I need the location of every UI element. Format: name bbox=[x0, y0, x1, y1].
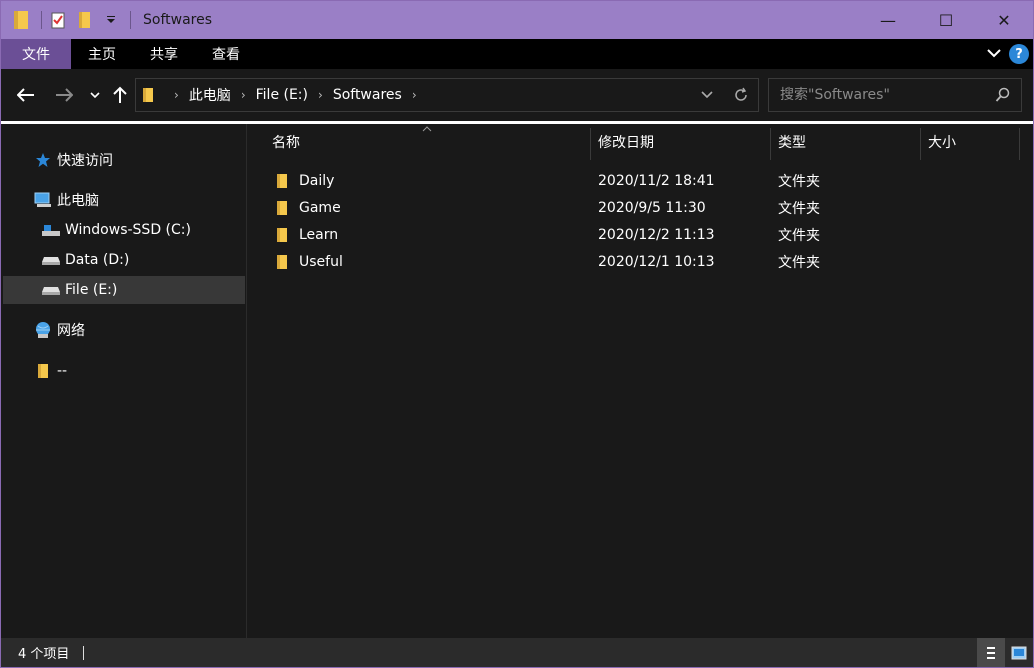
file-modified: 2020/9/5 11:30 bbox=[598, 200, 706, 216]
file-name: Useful bbox=[299, 254, 343, 270]
minimize-button[interactable]: — bbox=[859, 1, 917, 39]
divider bbox=[83, 645, 85, 660]
nav-item-label: File (E:) bbox=[65, 282, 118, 298]
file-type: 文件夹 bbox=[778, 255, 820, 271]
new-folder-icon[interactable] bbox=[74, 9, 96, 31]
file-row[interactable]: Daily 2020/11/2 18:41 文件夹 bbox=[268, 168, 1028, 194]
nav-item-label: 此电脑 bbox=[57, 193, 99, 209]
nav-item-this-pc[interactable]: 此电脑 bbox=[3, 186, 245, 214]
column-header-name[interactable]: 名称 bbox=[264, 124, 590, 160]
folder-icon bbox=[33, 361, 53, 381]
breadcrumb-this-pc[interactable]: 此电脑 bbox=[189, 79, 231, 111]
file-list: 名称 修改日期 类型 大小 Daily 2020/11/2 18:41 文件夹 … bbox=[248, 124, 1033, 638]
search-box[interactable] bbox=[768, 78, 1022, 112]
chevron-right-icon[interactable]: › bbox=[412, 88, 417, 102]
expand-ribbon-icon[interactable] bbox=[987, 46, 1001, 62]
forward-button[interactable] bbox=[52, 81, 76, 109]
customize-toolbar-icon[interactable] bbox=[100, 9, 122, 31]
nav-item-folder[interactable]: -- bbox=[3, 357, 245, 385]
window-controls: — ☐ ✕ bbox=[859, 1, 1033, 39]
help-button[interactable]: ? bbox=[1009, 44, 1029, 64]
star-icon bbox=[33, 150, 53, 170]
column-header-size[interactable]: 大小 bbox=[920, 124, 1020, 160]
file-name: Daily bbox=[299, 173, 335, 189]
nav-item-drive-c[interactable]: Windows-SSD (C:) bbox=[3, 216, 245, 244]
explorer-window: Softwares — ☐ ✕ 文件 主页 共享 查看 ? › 此电脑 › Fi… bbox=[0, 0, 1034, 668]
large-icons-view-icon bbox=[1011, 646, 1027, 659]
file-type: 文件夹 bbox=[778, 228, 820, 244]
close-button[interactable]: ✕ bbox=[975, 1, 1033, 39]
tab-home[interactable]: 主页 bbox=[71, 39, 133, 69]
quick-access-toolbar bbox=[1, 1, 137, 39]
breadcrumb-softwares[interactable]: Softwares bbox=[333, 79, 402, 111]
maximize-button[interactable]: ☐ bbox=[917, 1, 975, 39]
folder-icon bbox=[11, 9, 33, 31]
nav-item-quick-access[interactable]: 快速访问 bbox=[3, 146, 245, 174]
up-button[interactable] bbox=[108, 81, 132, 109]
chevron-right-icon[interactable]: › bbox=[174, 88, 179, 102]
nav-item-drive-e[interactable]: File (E:) bbox=[3, 276, 245, 304]
folder-icon bbox=[276, 168, 288, 194]
file-type: 文件夹 bbox=[778, 174, 820, 190]
title-bar: Softwares — ☐ ✕ bbox=[1, 1, 1033, 39]
file-modified: 2020/12/2 11:13 bbox=[598, 227, 715, 243]
window-title: Softwares bbox=[143, 12, 213, 28]
details-view-icon bbox=[987, 646, 995, 659]
item-count: 4 个项目 bbox=[18, 647, 70, 662]
file-row[interactable]: Learn 2020/12/2 11:13 文件夹 bbox=[268, 222, 1028, 248]
chevron-right-icon[interactable]: › bbox=[241, 88, 246, 102]
file-modified: 2020/12/1 10:13 bbox=[598, 254, 715, 270]
navigation-bar: › 此电脑 › File (E:) › Softwares › bbox=[1, 69, 1033, 121]
column-divider[interactable] bbox=[1019, 128, 1020, 160]
column-header-type[interactable]: 类型 bbox=[770, 124, 920, 160]
nav-item-drive-d[interactable]: Data (D:) bbox=[3, 246, 245, 274]
nav-item-network[interactable]: 网络 bbox=[3, 316, 245, 344]
back-button[interactable] bbox=[14, 81, 38, 109]
ribbon-tabs: 文件 主页 共享 查看 ? bbox=[1, 39, 1033, 69]
breadcrumb-file-e[interactable]: File (E:) bbox=[256, 79, 308, 111]
file-type: 文件夹 bbox=[778, 201, 820, 217]
network-icon bbox=[33, 320, 53, 340]
address-history-dropdown[interactable] bbox=[690, 79, 724, 111]
details-view-button[interactable] bbox=[977, 638, 1005, 667]
computer-icon bbox=[33, 190, 53, 210]
nav-item-label: Data (D:) bbox=[65, 252, 130, 268]
drive-icon bbox=[41, 250, 61, 270]
search-input[interactable] bbox=[769, 79, 989, 111]
folder-icon bbox=[276, 222, 288, 248]
drive-icon bbox=[41, 280, 61, 300]
refresh-icon[interactable] bbox=[724, 79, 758, 111]
folder-icon bbox=[276, 249, 288, 275]
search-icon[interactable] bbox=[995, 87, 1011, 103]
large-icons-view-button[interactable] bbox=[1005, 638, 1033, 667]
tab-view[interactable]: 查看 bbox=[195, 39, 257, 69]
properties-icon[interactable] bbox=[48, 9, 70, 31]
status-bar: 4 个项目 bbox=[1, 638, 1033, 667]
nav-item-label: 网络 bbox=[57, 323, 85, 339]
nav-item-label: -- bbox=[57, 363, 68, 379]
column-header-modified[interactable]: 修改日期 bbox=[590, 124, 770, 160]
file-row[interactable]: Game 2020/9/5 11:30 文件夹 bbox=[268, 195, 1028, 221]
tab-file[interactable]: 文件 bbox=[1, 39, 71, 69]
file-modified: 2020/11/2 18:41 bbox=[598, 173, 715, 189]
tab-share[interactable]: 共享 bbox=[133, 39, 195, 69]
folder-icon bbox=[276, 195, 288, 221]
system-drive-icon bbox=[41, 220, 61, 240]
file-row[interactable]: Useful 2020/12/1 10:13 文件夹 bbox=[268, 249, 1028, 275]
file-name: Game bbox=[299, 200, 341, 216]
chevron-right-icon[interactable]: › bbox=[318, 88, 323, 102]
folder-icon bbox=[142, 87, 164, 103]
file-name: Learn bbox=[299, 227, 339, 243]
nav-item-label: Windows-SSD (C:) bbox=[65, 222, 191, 238]
nav-item-label: 快速访问 bbox=[57, 153, 113, 169]
address-bar[interactable]: › 此电脑 › File (E:) › Softwares › bbox=[135, 78, 759, 112]
recent-locations-button[interactable] bbox=[83, 81, 107, 109]
navigation-pane: 快速访问 此电脑 Windows-SSD (C:) Data (D:) File… bbox=[1, 124, 247, 638]
